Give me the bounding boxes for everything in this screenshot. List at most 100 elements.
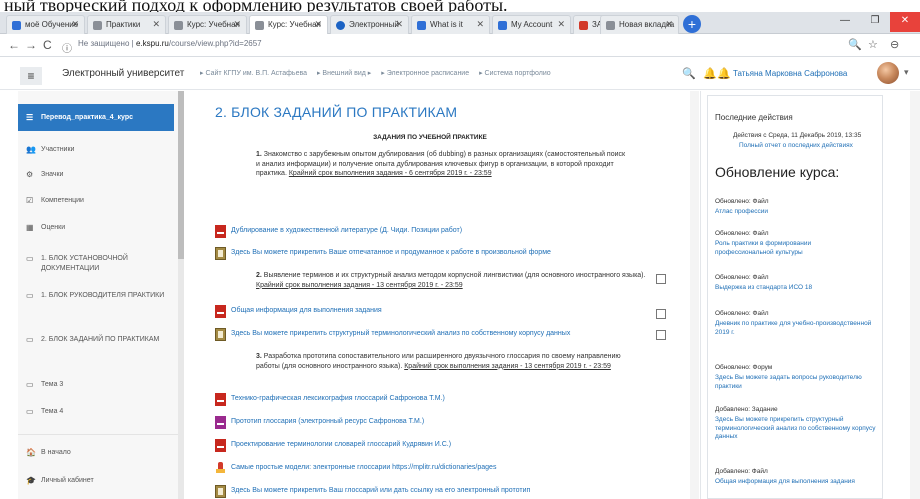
sidebar-item-section-1[interactable]: ▭ 1. БЛОК УСТАНОВОЧНОЙ ДОКУМЕНТАЦИИ (18, 254, 168, 274)
resource-link[interactable]: Прототип глоссария (электронный ресурс С… (215, 415, 424, 429)
resource-link[interactable]: Проектирование терминологии словарей гло… (215, 438, 451, 452)
resource-link-label: Общая информация для выполнения задания (231, 307, 382, 314)
browser-tab[interactable]: My Account ✕ (492, 15, 571, 34)
resource-link[interactable]: Общая информация для выполнения задания (215, 304, 382, 318)
course-updates-heading: Обновление курса: (715, 164, 840, 180)
completion-checkbox[interactable] (656, 274, 666, 284)
close-tab-icon[interactable]: ✕ (395, 19, 403, 30)
close-tab-icon[interactable]: ✕ (152, 19, 160, 30)
tab-favicon-icon (255, 21, 264, 30)
close-tab-icon[interactable]: ✕ (557, 19, 565, 30)
custom-menu-item[interactable]: ▸ Система портфолио (479, 70, 551, 77)
tab-favicon-icon (417, 21, 426, 30)
update-link[interactable]: Атлас профессии (715, 208, 880, 217)
sidebar-item-dashboard[interactable]: 🎓 Личный кабинет (18, 476, 174, 486)
sidebar-item-home[interactable]: 🏠 В начало (18, 448, 174, 458)
sidebar-item-label: Личный кабинет (41, 477, 94, 484)
update-link[interactable]: Выдержка из стандарта ИСО 18 (715, 284, 880, 293)
maximize-window-button[interactable]: ❐ (860, 12, 890, 32)
zoom-icon[interactable]: 🔍 (848, 38, 862, 51)
notifications-bell-icon[interactable]: 🔔 (703, 67, 717, 80)
custom-menu-item[interactable]: ▸ Электронное расписание (381, 70, 469, 77)
resource-link[interactable]: Дублирование в художественной литературе… (215, 224, 462, 238)
completion-checkbox[interactable] (656, 309, 666, 319)
forward-arrow-icon[interactable]: → (25, 38, 37, 52)
update-link[interactable]: Здесь Вы можете прикрепить структурный т… (715, 416, 880, 442)
close-tab-icon[interactable]: ✕ (71, 19, 79, 30)
update-link[interactable]: Здесь Вы можете задать вопросы руководит… (715, 374, 880, 391)
page-scrollbar[interactable] (910, 91, 920, 499)
close-tab-icon[interactable]: ✕ (233, 19, 241, 30)
folder-icon: ▭ (26, 291, 34, 300)
browser-tab[interactable]: моё Обучение ✕ (6, 15, 85, 34)
assignment-link[interactable]: Здесь Вы можете прикрепить структурный т… (215, 327, 570, 341)
sidebar-item-competencies[interactable]: ☑ Компетенции (18, 196, 174, 206)
reload-icon[interactable]: C (43, 38, 52, 52)
tab-favicon-icon (336, 21, 345, 30)
sidebar-item-participants[interactable]: 👥 Участники (18, 145, 174, 155)
custom-menu: ▸ Сайт КГПУ им. В.П. Астафьева ▸ Внешний… (200, 69, 559, 77)
assignment-link[interactable]: Здесь Вы можете прикрепить Ваше отпечата… (215, 246, 551, 260)
completion-checkbox[interactable] (656, 330, 666, 340)
user-menu-name[interactable]: Татьяна Марковна Сафронова (733, 69, 847, 78)
pdf-icon (215, 439, 226, 452)
avatar[interactable] (877, 62, 899, 84)
checkbox-icon: ☑ (26, 196, 34, 205)
messages-icon[interactable]: 🔔 (717, 67, 731, 80)
users-icon: 👥 (26, 145, 36, 154)
document-icon (215, 416, 226, 429)
sidebar-item-topic-3[interactable]: ▭ Тема 3 (18, 380, 174, 390)
browser-tab[interactable]: Курс: Учебная ✕ (168, 15, 247, 34)
sidebar-item-label: Участники (41, 146, 75, 153)
close-tab-icon[interactable]: ✕ (665, 19, 673, 30)
full-report-link[interactable]: Полный отчет о последних действиях (739, 142, 853, 149)
update-link[interactable]: Роль практики в формировании профессиона… (715, 240, 815, 257)
sidebar-item-course[interactable]: ☰ Перевод_практика_4_курс (18, 104, 174, 131)
chevron-down-icon[interactable]: ▾ (904, 67, 909, 78)
sidebar-item-label: 1. БЛОК УСТАНОВОЧНОЙ ДОКУМЕНТАЦИИ (41, 255, 128, 272)
close-tab-icon[interactable]: ✕ (476, 19, 484, 30)
sidebar-item-topic-4[interactable]: ▭ Тема 4 (18, 407, 174, 417)
sidebar-scroll-thumb[interactable] (178, 91, 184, 259)
close-tab-icon[interactable]: ✕ (314, 19, 322, 30)
menu-toggle-icon[interactable]: ≡ (20, 67, 42, 85)
browser-tab-active[interactable]: Курс: Учебная ✕ (249, 15, 328, 34)
tab-label: Практики (106, 20, 141, 29)
sidebar-item-badges[interactable]: ⚙ Значки (18, 170, 174, 180)
browser-tab[interactable]: What is it ✕ (411, 15, 490, 34)
section-title: 2. БЛОК ЗАДАНИЙ ПО ПРАКТИКАМ (215, 104, 458, 120)
sidebar-item-grades[interactable]: ▦ Оценки (18, 223, 174, 233)
bookmark-star-icon[interactable]: ☆ (868, 38, 878, 51)
url-icon (215, 462, 226, 475)
update-link[interactable]: Дневник по практике для учебно-производс… (715, 320, 880, 337)
update-label: Обновлено: Форум (715, 364, 773, 371)
update-label: Обновлено: Файл (715, 274, 769, 281)
site-info-icon[interactable]: ⓘ (62, 40, 72, 55)
resource-link[interactable]: Технико-графическая лексикография глосса… (215, 392, 445, 406)
task-description: 2. Выявление терминов и их структурный а… (256, 271, 646, 290)
back-arrow-icon[interactable]: ← (8, 38, 20, 52)
sidebar-item-section-3[interactable]: ▭ 2. БЛОК ЗАДАНИЙ ПО ПРАКТИКАМ (18, 335, 168, 345)
custom-menu-item[interactable]: ▸ Внешний вид ▸ (317, 70, 371, 77)
search-icon[interactable]: 🔍 (682, 67, 696, 80)
update-link[interactable]: Общая информация для выполнения задания (715, 478, 880, 487)
browser-tab[interactable]: Новая вкладка ✕ (600, 15, 679, 34)
browser-tab[interactable]: Практики ✕ (87, 15, 166, 34)
sidebar-item-section-2[interactable]: ▭ 1. БЛОК РУКОВОДИТЕЛЯ ПРАКТИКИ (18, 291, 168, 301)
browser-tab[interactable]: Электронный ✕ (330, 15, 409, 34)
site-name-link[interactable]: Электронный университет (62, 68, 184, 79)
custom-menu-item[interactable]: ▸ Сайт КГПУ им. В.П. Астафьева (200, 70, 307, 77)
url-link[interactable]: Самые простые модели: электронные глосса… (215, 461, 496, 475)
minimize-window-button[interactable]: — (830, 12, 860, 32)
account-icon[interactable]: ⊖ (890, 38, 899, 51)
block-title: Последние действия (715, 113, 793, 122)
assignment-link[interactable]: Здесь Вы можете прикрепить Ваш глоссарий… (215, 484, 530, 498)
url-host: e.kspu.ru (135, 39, 169, 48)
sidebar-item-label: 1. БЛОК РУКОВОДИТЕЛЯ ПРАКТИКИ (41, 292, 165, 299)
tab-favicon-icon (498, 21, 507, 30)
main-scrollbar[interactable] (690, 91, 699, 499)
new-tab-button[interactable]: + (683, 15, 701, 33)
close-window-button[interactable]: ✕ (890, 12, 920, 32)
grades-icon: ▦ (26, 223, 34, 232)
url-field[interactable]: Не защищено | e.kspu.ru/course/view.php?… (78, 39, 262, 48)
